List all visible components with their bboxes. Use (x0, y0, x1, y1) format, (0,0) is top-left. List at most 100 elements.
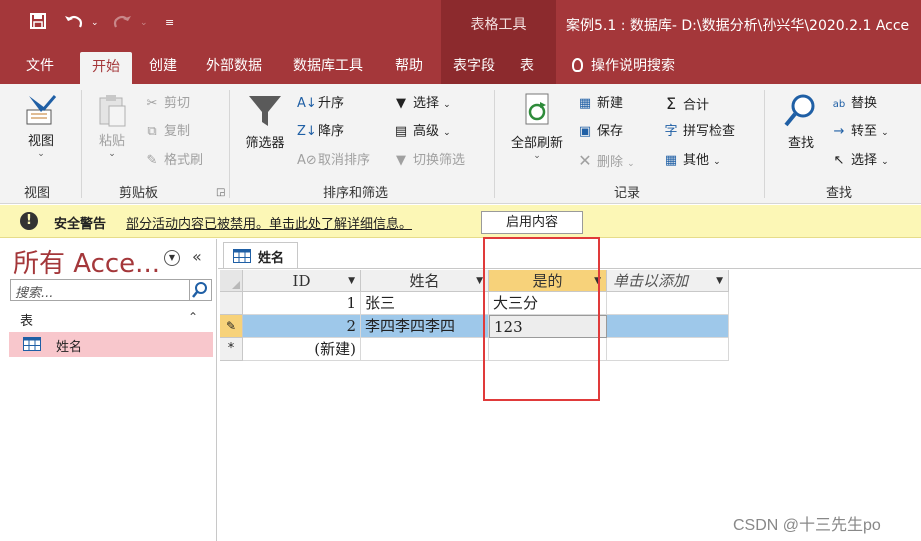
nav-category-tables[interactable]: 表 (20, 310, 33, 329)
save-record-button[interactable]: ▣ 保存 (576, 122, 623, 142)
watermark: CSDN @十三先生po (733, 517, 881, 534)
new-row-marker[interactable]: * (220, 338, 243, 361)
sigma-icon: Σ (665, 94, 677, 113)
tab-file[interactable]: 文件 (14, 48, 66, 84)
cell-empty[interactable] (607, 292, 729, 315)
copy-icon: ⧉ (147, 124, 157, 139)
enable-content-button[interactable]: 启用内容 (481, 211, 583, 234)
advanced-filter-icon: ▤ (394, 124, 408, 139)
undo-dropdown-icon[interactable]: ⌄ (91, 18, 99, 28)
filter-button[interactable]: 筛选器 (240, 92, 290, 151)
cell-name[interactable]: 李四李四李四 (361, 315, 489, 338)
undo-icon[interactable] (64, 13, 84, 33)
format-painter-button: ✎ 格式刷 (143, 151, 203, 171)
cell-empty[interactable] (607, 338, 729, 361)
chevron-down-icon: ⌄ (108, 149, 116, 159)
view-button-label: 视图 (27, 134, 54, 149)
nav-pane-title[interactable]: 所有 Acce... (13, 243, 160, 280)
totals-button[interactable]: Σ 合计 (662, 94, 709, 114)
chevron-down-icon: ⌄ (443, 128, 451, 138)
cell-id[interactable]: 1 (243, 292, 361, 315)
goto-button[interactable]: → 转至 ⌄ (830, 122, 889, 142)
cell-empty[interactable] (607, 315, 729, 338)
object-tab-table[interactable]: 姓名 (223, 242, 298, 268)
advanced-label: 高级 (413, 124, 440, 139)
column-header-add[interactable]: 单击以添加 ▼ (607, 270, 729, 292)
chevron-down-icon: ⌄ (627, 159, 635, 169)
nav-item-table[interactable]: 姓名 (9, 332, 213, 357)
nav-item-label: 姓名 (56, 340, 83, 355)
sort-descending-label: 降序 (318, 124, 345, 139)
magnifier-icon (784, 94, 815, 127)
find-button[interactable]: 查找 (780, 92, 822, 151)
refresh-icon (525, 93, 549, 125)
copy-button: ⧉ 复制 (143, 122, 190, 142)
select-button[interactable]: ↖ 选择 ⌄ (830, 151, 889, 171)
column-header-name[interactable]: 姓名 ▼ (361, 270, 489, 292)
group-label-clipboard: 剪贴板 (119, 186, 159, 201)
remove-sort-label: 取消排序 (318, 153, 371, 168)
row-selector[interactable] (220, 292, 243, 315)
tab-table-fields[interactable]: 表字段 (441, 48, 508, 84)
replace-button[interactable]: ab 替换 (830, 94, 877, 114)
scissors-icon: ✂ (146, 96, 158, 111)
tab-create[interactable]: 创建 (137, 48, 189, 84)
new-record-button[interactable]: ▦ 新建 (576, 94, 623, 114)
refresh-all-button[interactable]: 全部刷新 ⌄ (506, 92, 568, 161)
totals-label: 合计 (683, 98, 710, 113)
chevron-down-icon: ⌄ (533, 151, 541, 161)
copy-label: 复制 (164, 124, 191, 139)
row-selector-editing[interactable]: ✎ (220, 315, 243, 338)
more-grid-icon: ▦ (664, 153, 678, 168)
cell-name[interactable]: 张三 (361, 292, 489, 315)
more-label: 其他 (683, 153, 710, 168)
cell-empty[interactable] (361, 338, 489, 361)
sort-ascending-icon: A↓ (297, 96, 317, 111)
tab-external-data[interactable]: 外部数据 (194, 48, 274, 84)
design-view-icon (26, 95, 57, 125)
sort-descending-button[interactable]: Z↓降序 (297, 122, 344, 142)
customize-qat-icon[interactable]: ≡ (165, 16, 174, 29)
object-tab-label: 姓名 (258, 251, 285, 266)
tab-table[interactable]: 表 (508, 48, 556, 84)
tell-me-search[interactable]: 操作说明搜索 (560, 48, 687, 84)
advanced-button[interactable]: ▤ 高级 ⌄ (392, 122, 451, 142)
collapse-pane-icon[interactable]: « (192, 247, 202, 266)
tab-home[interactable]: 开始 (80, 52, 132, 84)
nav-search-input[interactable]: 搜索... (10, 279, 190, 301)
column-header-id[interactable]: ID ▼ (243, 270, 361, 292)
new-row-label[interactable]: (新建) (243, 338, 361, 361)
table-icon (23, 337, 41, 351)
column-header-label: 单击以添加 (613, 272, 689, 290)
selection-filter-icon: ▼ (396, 96, 406, 111)
more-button[interactable]: ▦ 其他 ⌄ (662, 151, 721, 171)
spell-check-icon: 字 (664, 124, 678, 139)
selection-button[interactable]: ▼ 选择 ⌄ (392, 94, 451, 114)
view-button[interactable]: 视图 ⌄ (20, 92, 62, 159)
dropdown-arrow-icon[interactable]: ▼ (476, 270, 483, 292)
replace-label: 替换 (851, 96, 878, 111)
search-icon[interactable] (190, 279, 212, 301)
funnel-icon (249, 96, 281, 126)
spelling-button[interactable]: 字拼写检查 (662, 122, 735, 142)
sort-ascending-button[interactable]: A↓升序 (297, 94, 344, 114)
dropdown-arrow-icon[interactable]: ▼ (716, 270, 723, 292)
column-header-label: ID (292, 272, 311, 290)
cell-id[interactable]: 2 (243, 315, 361, 338)
collapse-up-icon[interactable]: ⌃ (188, 310, 198, 324)
group-divider (229, 90, 230, 198)
chevron-down-icon: ⌄ (37, 149, 45, 159)
warning-message-link[interactable]: 部分活动内容已被禁用。单击此处了解详细信息。 (126, 213, 412, 232)
pencil-icon: ✎ (225, 319, 237, 333)
table-tools-context: 表格工具 (441, 0, 556, 48)
save-icon[interactable] (30, 13, 46, 33)
new-record-label: 新建 (597, 96, 624, 111)
chevron-down-icon: ⌄ (443, 100, 451, 110)
security-warning-bar: ! 安全警告 部分活动内容已被禁用。单击此处了解详细信息。 启用内容 (0, 205, 921, 238)
tab-database-tools[interactable]: 数据库工具 (281, 48, 375, 84)
tab-help[interactable]: 帮助 (383, 48, 435, 84)
select-all-corner[interactable] (220, 270, 243, 292)
dropdown-arrow-icon[interactable]: ▼ (348, 270, 355, 292)
dialog-launcher-icon[interactable]: ◲ (216, 187, 225, 198)
nav-menu-dropdown-icon[interactable]: ▼ (164, 250, 180, 266)
